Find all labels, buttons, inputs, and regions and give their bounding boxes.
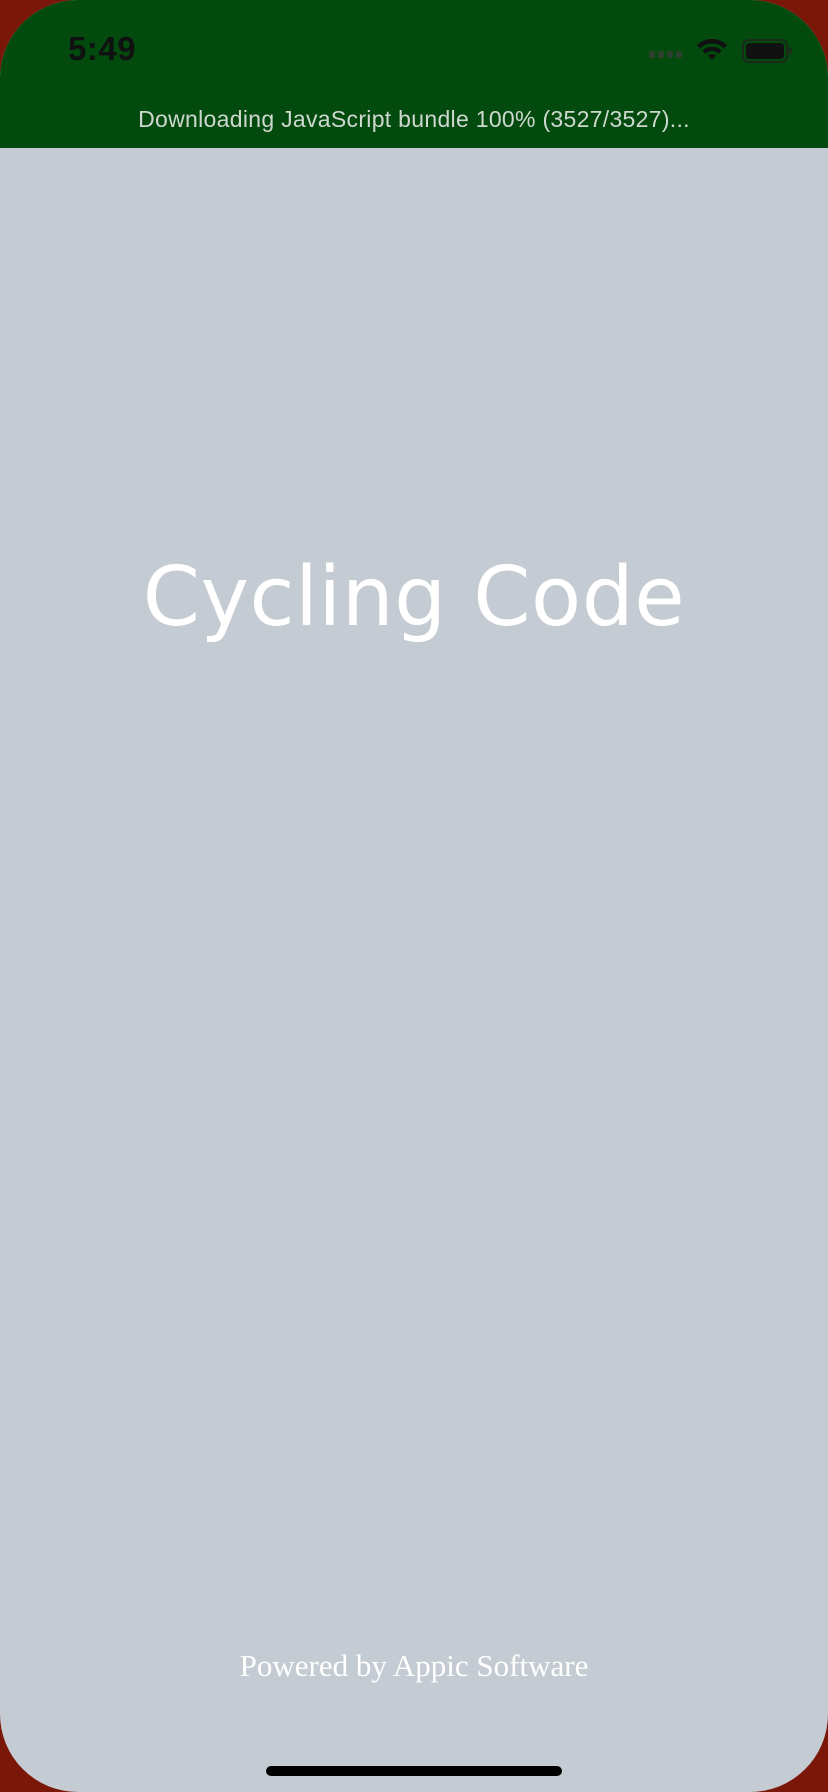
app-screen: 5:49 Downloading JavaScript bundle 100% …	[0, 0, 828, 1792]
wifi-icon	[696, 39, 728, 63]
app-title: Cycling Code	[142, 550, 686, 645]
battery-icon	[742, 39, 792, 63]
download-status-text: Downloading JavaScript bundle 100% (3527…	[138, 106, 690, 132]
status-icons	[649, 36, 792, 66]
cellular-signal-icon	[649, 44, 682, 58]
download-banner: 5:49 Downloading JavaScript bundle 100% …	[0, 0, 828, 148]
home-indicator[interactable]	[266, 1766, 562, 1776]
status-time: 5:49	[68, 30, 137, 67]
powered-by-text: Powered by Appic Software	[239, 1648, 589, 1683]
